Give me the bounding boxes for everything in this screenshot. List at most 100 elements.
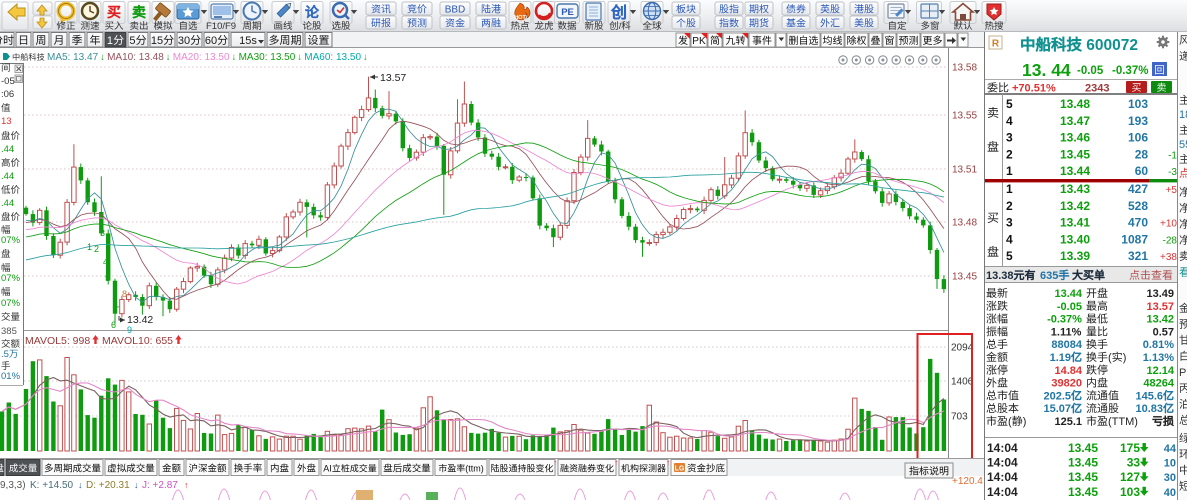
svg-text:↑: ↑ <box>614 458 618 467</box>
svg-text:1.13%: 1.13% <box>1143 352 1174 364</box>
svg-text:(TTM): (TTM) <box>1108 416 1138 428</box>
svg-text:0.81%: 0.81% <box>1143 339 1174 351</box>
svg-text:14:04: 14:04 <box>987 456 1018 470</box>
svg-text:44: 44 <box>1164 443 1177 455</box>
svg-text:5: 5 <box>129 35 135 47</box>
svg-text:15.07: 15.07 <box>1044 403 1072 415</box>
svg-text:14:04: 14:04 <box>987 470 1018 484</box>
svg-text:PK: PK <box>692 36 706 47</box>
svg-text:.44: .44 <box>1 144 14 155</box>
svg-text:13.48: 13.48 <box>952 218 977 229</box>
svg-text:1.19: 1.19 <box>1050 352 1071 364</box>
svg-text:13.51: 13.51 <box>952 165 977 176</box>
svg-text:5: 5 <box>1006 97 1013 111</box>
svg-text:+10: +10 <box>1160 219 1177 230</box>
svg-text:/: / <box>619 21 622 32</box>
svg-text:-1: -1 <box>1168 150 1177 161</box>
svg-text:4: 4 <box>1006 232 1013 246</box>
svg-text:5: 5 <box>105 273 110 283</box>
svg-text:14.84: 14.84 <box>1055 365 1083 377</box>
svg-text:+5: +5 <box>1166 185 1178 196</box>
svg-text:HOT: HOT <box>514 15 526 21</box>
svg-text:01%: 01% <box>1 371 21 382</box>
svg-text:13: 13 <box>1 116 12 127</box>
svg-text:07%: 07% <box>1 298 21 309</box>
svg-text:P: P <box>1179 367 1186 379</box>
svg-text:427: 427 <box>1128 182 1148 196</box>
svg-text:48264: 48264 <box>1143 378 1174 390</box>
svg-text:-0.37%: -0.37% <box>1112 65 1148 77</box>
svg-text:↓: ↓ <box>232 52 237 63</box>
svg-text:13.42: 13.42 <box>1147 314 1175 326</box>
svg-text:-0.37%: -0.37% <box>1047 314 1082 326</box>
svg-text:MAVOL10: 655: MAVOL10: 655 <box>102 335 173 347</box>
svg-text:14:04: 14:04 <box>987 485 1018 499</box>
svg-text:-0.05: -0.05 <box>1057 301 1082 313</box>
svg-text:9: 9 <box>127 325 132 335</box>
svg-text:↑: ↑ <box>666 458 670 467</box>
svg-text:33: 33 <box>1127 456 1141 470</box>
svg-text:4: 4 <box>1006 114 1013 128</box>
svg-text:13.45: 13.45 <box>1068 456 1098 470</box>
svg-text:MA60: 13.50: MA60: 13.50 <box>304 52 361 63</box>
svg-text:13.44: 13.44 <box>1060 164 1090 178</box>
svg-text:13.58: 13.58 <box>952 63 977 74</box>
svg-text:28: 28 <box>1135 147 1149 161</box>
svg-text:1.11%: 1.11% <box>1051 326 1082 338</box>
svg-text:-0.05: -0.05 <box>1077 65 1104 77</box>
svg-text:-05: -05 <box>1 76 15 87</box>
svg-text:13.40: 13.40 <box>1060 232 1090 246</box>
svg-text:): ) <box>1023 416 1027 428</box>
svg-text:13.38: 13.38 <box>986 270 1014 282</box>
svg-text:600072: 600072 <box>1082 37 1138 54</box>
svg-text:13.41: 13.41 <box>1060 216 1090 230</box>
svg-text:8: 8 <box>122 289 127 299</box>
svg-text:13.44: 13.44 <box>1055 288 1083 300</box>
svg-text:13.49: 13.49 <box>1147 288 1175 300</box>
svg-text:193: 193 <box>1128 114 1148 128</box>
svg-text:30: 30 <box>1164 472 1176 484</box>
svg-text:13.45: 13.45 <box>1068 441 1098 455</box>
svg-text:.44: .44 <box>1 198 14 209</box>
svg-text:30: 30 <box>178 35 190 47</box>
svg-text:(ttm): (ttm) <box>465 464 484 474</box>
svg-text:202.5: 202.5 <box>1044 390 1072 402</box>
svg-text:60: 60 <box>205 35 217 47</box>
svg-text:↓: ↓ <box>78 480 83 490</box>
svg-text:2: 2 <box>94 244 99 254</box>
svg-text:3: 3 <box>100 228 105 238</box>
svg-text:13.57: 13.57 <box>1147 301 1175 313</box>
svg-text:+120.4: +120.4 <box>952 476 983 487</box>
svg-text:↓: ↓ <box>363 52 368 63</box>
svg-text:13.47: 13.47 <box>1060 114 1090 128</box>
svg-text:1406: 1406 <box>951 377 974 388</box>
svg-text:13.48: 13.48 <box>1060 97 1090 111</box>
svg-text:-28: -28 <box>1163 235 1178 246</box>
svg-text:703: 703 <box>951 412 968 423</box>
svg-text:MAVOL5: 998: MAVOL5: 998 <box>25 335 90 347</box>
svg-text:2: 2 <box>1006 147 1013 161</box>
svg-text:↓: ↓ <box>166 52 171 63</box>
svg-text:15s: 15s <box>239 35 257 47</box>
svg-text:18: 18 <box>1179 109 1187 121</box>
svg-text:3: 3 <box>1006 216 1013 230</box>
svg-text:6: 6 <box>111 320 116 330</box>
svg-text:13.45: 13.45 <box>1068 485 1098 499</box>
svg-text:13.55: 13.55 <box>952 111 977 122</box>
svg-text:↑: ↑ <box>553 458 557 467</box>
svg-text:2343: 2343 <box>1085 83 1109 95</box>
svg-text:13.57: 13.57 <box>380 72 406 84</box>
svg-text:↓: ↓ <box>297 52 302 63</box>
svg-text:13.45: 13.45 <box>1060 147 1090 161</box>
svg-text:.5: .5 <box>1 349 9 360</box>
svg-text:2094: 2094 <box>951 343 974 354</box>
svg-text:13.46: 13.46 <box>1060 131 1090 145</box>
svg-text:39820: 39820 <box>1051 378 1082 390</box>
svg-text:9,3,3): 9,3,3) <box>0 480 31 491</box>
svg-text:0.57: 0.57 <box>1153 326 1174 338</box>
svg-text:1087: 1087 <box>1121 232 1148 246</box>
svg-text::06: :06 <box>1 89 14 100</box>
svg-text:↓: ↓ <box>100 52 105 63</box>
svg-text:↑: ↑ <box>184 480 189 490</box>
svg-text:13.45: 13.45 <box>1068 470 1098 484</box>
